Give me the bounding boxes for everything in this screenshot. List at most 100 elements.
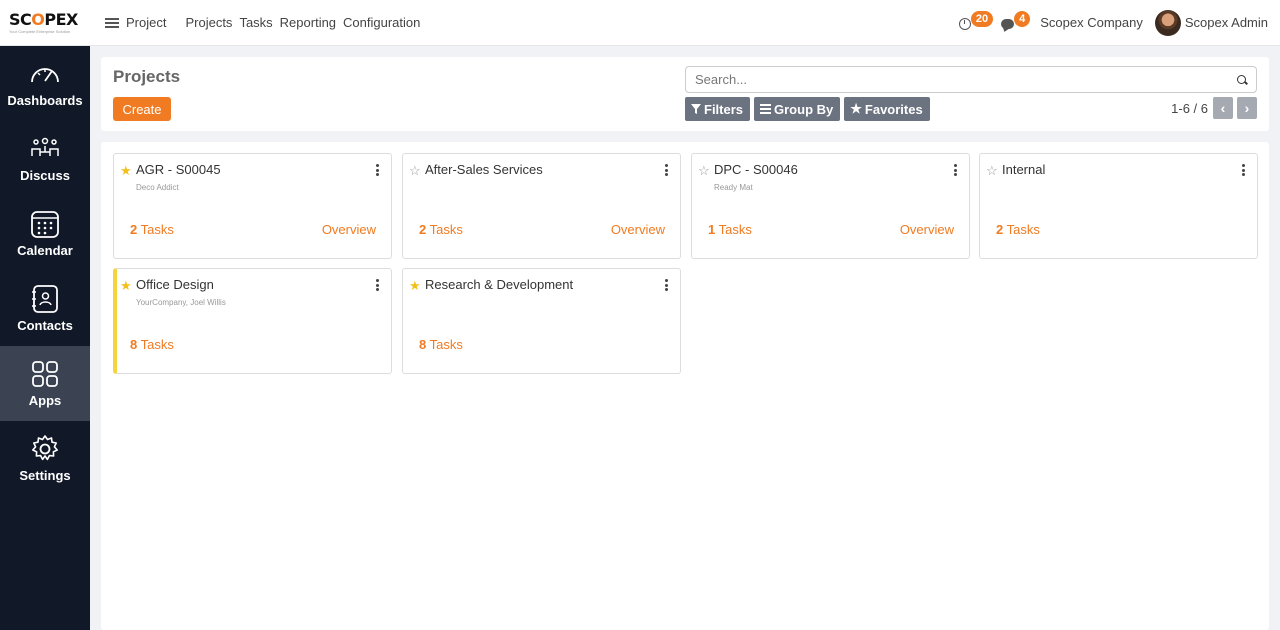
- tasks-label: Tasks: [140, 222, 174, 237]
- sidebar-label: Contacts: [17, 317, 73, 333]
- task-count: 8: [130, 337, 138, 352]
- group-by-button[interactable]: Group By: [754, 97, 841, 121]
- search-options: Filters Group By ★ Favorites: [685, 97, 930, 121]
- tasks-link[interactable]: 1 Tasks: [708, 222, 752, 237]
- task-count: 2: [419, 222, 427, 237]
- overview-link[interactable]: Overview: [611, 222, 665, 237]
- tasks-link[interactable]: 2 Tasks: [130, 222, 174, 237]
- top-navbar: SCOPEX Your Complete Enterprise Solution…: [0, 0, 1280, 46]
- favorite-star-icon[interactable]: ★: [409, 278, 421, 294]
- pager: 1-6 / 6 ‹ ›: [1171, 97, 1257, 119]
- tasks-label: Tasks: [140, 337, 174, 352]
- app-name[interactable]: Project: [126, 15, 166, 30]
- tasks-link[interactable]: 2 Tasks: [419, 222, 463, 237]
- activity-button[interactable]: 20: [958, 10, 994, 30]
- calendar-icon: [29, 210, 61, 238]
- tasks-link[interactable]: 8 Tasks: [419, 337, 463, 352]
- pager-value[interactable]: 1-6 / 6: [1171, 101, 1208, 116]
- top-menu: Projects Tasks Reporting Configuration: [185, 15, 420, 30]
- favorites-button[interactable]: ★ Favorites: [844, 97, 930, 121]
- company-switcher[interactable]: Scopex Company: [1040, 15, 1143, 30]
- sidebar-item-calendar[interactable]: Calendar: [0, 196, 90, 271]
- project-name: After-Sales Services: [425, 162, 543, 177]
- project-name: DPC - S00046: [714, 162, 798, 177]
- favorite-star-icon[interactable]: ☆: [409, 163, 421, 179]
- project-card[interactable]: ★ Research & Development 8 Tasks: [402, 268, 681, 374]
- user-avatar[interactable]: [1154, 9, 1181, 36]
- sidebar-label: Apps: [28, 392, 62, 408]
- chat-icon: [1001, 18, 1015, 29]
- search-bar: [685, 66, 1257, 93]
- menu-toggle-icon[interactable]: [105, 17, 119, 28]
- project-name: Office Design: [136, 277, 214, 292]
- group-by-label: Group By: [774, 101, 834, 117]
- favorites-label: Favorites: [864, 101, 923, 117]
- search-input[interactable]: [686, 67, 1237, 92]
- sidebar-item-apps[interactable]: Apps: [0, 346, 90, 421]
- project-card[interactable]: ☆ DPC - S00046 Ready Mat 1 Tasks Overvie…: [691, 153, 970, 259]
- overview-link[interactable]: Overview: [322, 222, 376, 237]
- kanban-view: ★ AGR - S00045 Deco Addict 2 Tasks Overv…: [101, 142, 1269, 630]
- pager-previous-button[interactable]: ‹: [1213, 97, 1233, 119]
- project-card[interactable]: ★ Office Design YourCompany, Joel Willis…: [113, 268, 392, 374]
- menu-reporting[interactable]: Reporting: [280, 15, 336, 30]
- messages-button[interactable]: 4: [1001, 10, 1031, 29]
- star-icon: ★: [850, 101, 862, 116]
- list-icon: [760, 104, 772, 114]
- sidebar-label: Dashboards: [7, 92, 83, 108]
- sidebar-item-settings[interactable]: Settings: [0, 421, 90, 496]
- tasks-label: Tasks: [1006, 222, 1040, 237]
- create-button[interactable]: Create: [113, 97, 171, 121]
- favorite-star-icon[interactable]: ★: [120, 163, 132, 179]
- project-customer: Deco Addict: [136, 183, 179, 192]
- logo-text-end: PEX: [44, 9, 78, 29]
- task-count: 1: [708, 222, 716, 237]
- project-card[interactable]: ☆ After-Sales Services 2 Tasks Overview: [402, 153, 681, 259]
- menu-configuration[interactable]: Configuration: [343, 15, 420, 30]
- card-menu-icon[interactable]: [376, 279, 379, 291]
- sidebar-item-dashboards[interactable]: Dashboards: [0, 46, 90, 121]
- tasks-link[interactable]: 8 Tasks: [130, 337, 174, 352]
- card-menu-icon[interactable]: [1242, 164, 1245, 176]
- tasks-label: Tasks: [718, 222, 752, 237]
- chevron-right-icon: ›: [1244, 100, 1250, 116]
- message-count-badge: 4: [1014, 10, 1031, 27]
- filters-button[interactable]: Filters: [685, 97, 751, 121]
- page-title: Projects: [113, 67, 181, 86]
- project-customer: Ready Mat: [714, 183, 753, 192]
- project-card[interactable]: ★ AGR - S00045 Deco Addict 2 Tasks Overv…: [113, 153, 392, 259]
- card-menu-icon[interactable]: [665, 164, 668, 176]
- filters-label: Filters: [704, 101, 744, 117]
- sidebar: Dashboards Discuss Calendar Contacts App…: [0, 46, 90, 630]
- contact-book-icon: [29, 284, 61, 313]
- sidebar-label: Discuss: [20, 167, 70, 183]
- card-menu-icon[interactable]: [665, 279, 668, 291]
- apps-grid-icon: [29, 360, 61, 388]
- task-count: 2: [130, 222, 138, 237]
- task-count: 8: [419, 337, 427, 352]
- logo-text-start: SC: [9, 9, 32, 29]
- clock-icon: [958, 17, 971, 30]
- logo-tagline: Your Complete Enterprise Solution: [9, 28, 71, 34]
- tasks-link[interactable]: 2 Tasks: [996, 222, 1040, 237]
- search-icon[interactable]: [1237, 75, 1246, 84]
- menu-tasks[interactable]: Tasks: [239, 15, 272, 30]
- overview-link[interactable]: Overview: [900, 222, 954, 237]
- user-menu[interactable]: Scopex Admin: [1185, 15, 1268, 30]
- sidebar-item-contacts[interactable]: Contacts: [0, 271, 90, 346]
- activity-count-badge: 20: [970, 10, 994, 27]
- project-name: Research & Development: [425, 277, 574, 292]
- favorite-star-icon[interactable]: ★: [120, 278, 132, 294]
- pager-next-button[interactable]: ›: [1237, 97, 1257, 119]
- sidebar-label: Calendar: [17, 242, 73, 258]
- tasks-label: Tasks: [429, 222, 463, 237]
- sidebar-item-discuss[interactable]: Discuss: [0, 121, 90, 196]
- project-card[interactable]: ☆ Internal 2 Tasks: [979, 153, 1258, 259]
- card-menu-icon[interactable]: [954, 164, 957, 176]
- favorite-star-icon[interactable]: ☆: [698, 163, 710, 179]
- sidebar-label: Settings: [19, 467, 71, 483]
- card-menu-icon[interactable]: [376, 164, 379, 176]
- menu-projects[interactable]: Projects: [185, 15, 232, 30]
- brand-logo[interactable]: SCOPEX Your Complete Enterprise Solution: [0, 0, 90, 46]
- favorite-star-icon[interactable]: ☆: [986, 163, 998, 179]
